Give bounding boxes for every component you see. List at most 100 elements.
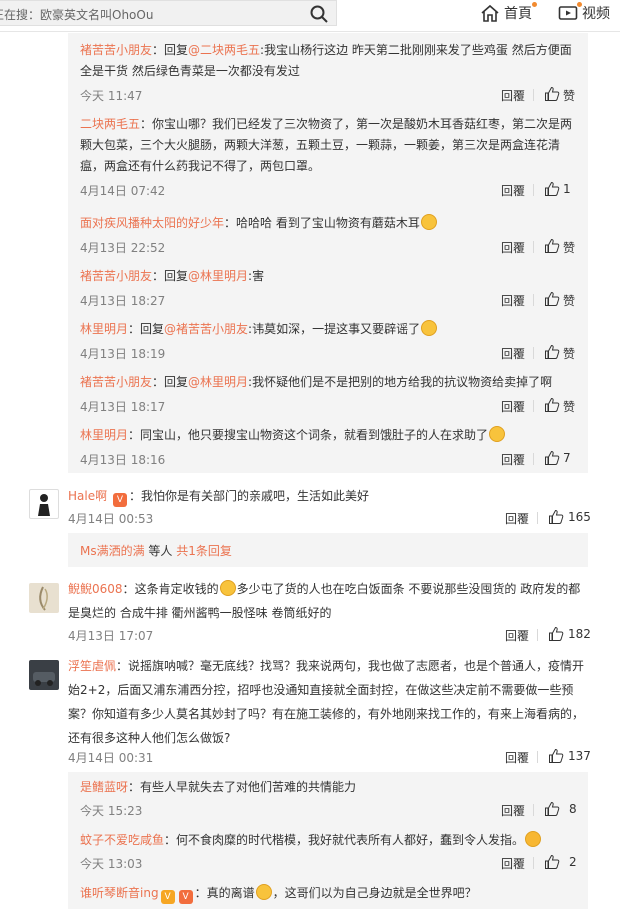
reply-time: 4月13日 18:17 — [80, 400, 166, 414]
divider — [533, 453, 534, 465]
top-nav-bar: 正在搜：欧豪英文名叫OhoOu 首頁 视频 — [0, 0, 620, 32]
reply-body: :讳莫如深，一提这事又要辟谣了 — [248, 322, 421, 336]
reply-button[interactable]: 回覆 — [501, 451, 525, 468]
like-icon[interactable] — [544, 238, 560, 254]
divider — [537, 512, 538, 524]
reply-time: 4月13日 18:16 — [80, 453, 166, 467]
comment-text: Hale啊 V ：我怕你是有关部门的亲戚吧，生活如此美好 — [68, 489, 369, 507]
reply-mention[interactable]: @二块两毛五 — [188, 43, 260, 57]
divider — [533, 347, 534, 359]
divider — [537, 751, 538, 763]
reply-button[interactable]: 回覆 — [501, 398, 525, 415]
reply-mention[interactable]: @褚苦苦小朋友 — [164, 322, 248, 336]
expand-replies[interactable]: Ms满洒的满 等人 共1条回复 — [68, 533, 588, 567]
like-icon[interactable] — [544, 291, 560, 307]
reply-username[interactable]: 是鳍蓝呀 — [80, 780, 128, 794]
reply-time: 4月13日 18:19 — [80, 347, 166, 361]
comment-time: 4月14日 00:31 — [68, 751, 154, 765]
reply-body: :害 — [248, 269, 265, 283]
like-icon[interactable] — [544, 397, 560, 413]
reply-mention[interactable]: @林里明月 — [188, 269, 248, 283]
like-count: 1 — [563, 182, 571, 196]
divider — [533, 294, 534, 306]
reply-prefix: ： — [128, 428, 141, 442]
reply-prefix: ： — [140, 117, 153, 131]
reply-text: 是鳍蓝呀：有些人早就失去了对他们苦难的共情能力 — [80, 780, 357, 794]
reply-body: 同宝山，他只要搜宝山物资这个词条，就看到饿肚子的人在求助了 — [140, 428, 489, 442]
reply-text: 面对疾风播种太阳的好少年：哈哈哈 看到了宝山物资有蘑菇木耳 — [80, 213, 578, 234]
angry-emoji-icon — [525, 831, 542, 847]
vip-badge-icon: V — [178, 890, 193, 904]
search-input[interactable]: 正在搜：欧豪英文名叫OhoOu — [0, 0, 337, 26]
smile-emoji-icon — [219, 580, 236, 596]
reply-body: :我怀疑他们是不是把别的地方给我的抗议物资给卖掉了啊 — [248, 375, 553, 389]
like-icon[interactable] — [548, 626, 564, 642]
reply-button[interactable]: 回覆 — [501, 87, 525, 104]
reply-button[interactable]: 回覆 — [501, 292, 525, 309]
like-icon[interactable] — [544, 86, 560, 102]
reply-button[interactable]: 回覆 — [505, 749, 529, 766]
reply-mention[interactable]: @林里明月 — [188, 375, 248, 389]
face-emoji-icon — [421, 320, 438, 336]
reply-button[interactable]: 回覆 — [501, 802, 525, 819]
like-count: 8 — [569, 802, 577, 816]
reply-button[interactable]: 回覆 — [505, 510, 529, 527]
like-count: 137 — [568, 749, 591, 763]
nav-home-label: 首頁 — [504, 6, 532, 22]
like-icon[interactable] — [544, 854, 560, 870]
avatar[interactable] — [29, 660, 59, 690]
reply-button[interactable]: 回覆 — [501, 182, 525, 199]
divider — [537, 629, 538, 641]
reply-time: 今天 11:47 — [80, 89, 143, 103]
search-icon[interactable] — [309, 4, 329, 24]
like-icon[interactable] — [548, 748, 564, 764]
reply-body: 有些人早就失去了对他们苦难的共情能力 — [140, 780, 357, 794]
reply-username[interactable]: 褚苦苦小朋友 — [80, 375, 152, 389]
reply-time: 今天 13:03 — [80, 857, 143, 871]
reply-username[interactable]: 褚苦苦小朋友 — [80, 43, 152, 57]
divider — [533, 400, 534, 412]
nav-home[interactable]: 首頁 — [480, 2, 537, 24]
like-icon[interactable] — [544, 344, 560, 360]
nav-video[interactable]: 视频 — [558, 2, 610, 24]
like-icon[interactable] — [548, 509, 564, 525]
reply-button[interactable]: 回覆 — [505, 627, 529, 644]
reply-username[interactable]: 褚苦苦小朋友 — [80, 269, 152, 283]
comment-username[interactable]: 浮笙虐佩 — [68, 659, 116, 673]
comment-body: 我怕你是有关部门的亲戚吧，生活如此美好 — [140, 489, 369, 503]
reply-time: 今天 15:23 — [80, 804, 143, 818]
notify-dot — [577, 2, 582, 7]
avatar[interactable] — [29, 583, 59, 613]
avatar[interactable] — [29, 489, 59, 519]
like-icon[interactable] — [544, 181, 560, 197]
reply-username[interactable]: 谁听琴断音ing — [80, 886, 159, 900]
reply-time: 4月13日 18:27 — [80, 294, 166, 308]
comment-username[interactable]: 鲵鲵0608 — [68, 582, 123, 596]
laugh-emoji-icon — [420, 214, 437, 230]
divider — [533, 857, 534, 869]
divider — [533, 804, 534, 816]
like-count: 182 — [568, 627, 591, 641]
comment-text: 鲵鲵0608：这条肯定收钱的 多少屯了货的人也在吃白饭面条 不要说那些没囤货的 政… — [68, 580, 581, 620]
comment-username[interactable]: Hale啊 — [68, 489, 107, 503]
reply-text: 二块两毛五：你宝山哪？我们已经发了三次物资了，第一次是酸奶木耳香菇红枣，第二次是… — [80, 114, 578, 177]
reply-time: 4月13日 22:52 — [80, 241, 166, 255]
reply-username[interactable]: 林里明月 — [80, 428, 128, 442]
reply-button[interactable]: 回覆 — [501, 855, 525, 872]
video-icon — [558, 6, 578, 20]
like-count: 赞 — [563, 294, 576, 308]
reply-username[interactable]: 面对疾风播种太阳的好少年 — [80, 216, 224, 230]
like-icon[interactable] — [544, 801, 560, 817]
nav-video-label: 视频 — [582, 6, 610, 22]
reply-username[interactable]: 蚊子不爱吃咸鱼 — [80, 833, 164, 847]
like-icon[interactable] — [544, 450, 560, 466]
reply-username[interactable]: 林里明月 — [80, 322, 128, 336]
reply-button[interactable]: 回覆 — [501, 345, 525, 362]
reply-body: 你宝山哪？我们已经发了三次物资了，第一次是酸奶木耳香菇红枣，第二次是两颗大包菜，… — [80, 117, 573, 173]
reply-username[interactable]: 二块两毛五 — [80, 117, 140, 131]
reply-text: 林里明月：回复@褚苦苦小朋友:讳莫如深，一提这事又要辟谣了 — [80, 319, 578, 340]
expand-replies-text[interactable]: Ms满洒的满 等人 共1条回复 — [80, 542, 232, 559]
reply-prefix: ：回复 — [152, 269, 189, 283]
reply-text: 褚苦苦小朋友：回复@林里明月:我怀疑他们是不是把别的地方给我的抗议物资给卖掉了啊 — [80, 372, 578, 393]
reply-button[interactable]: 回覆 — [501, 239, 525, 256]
